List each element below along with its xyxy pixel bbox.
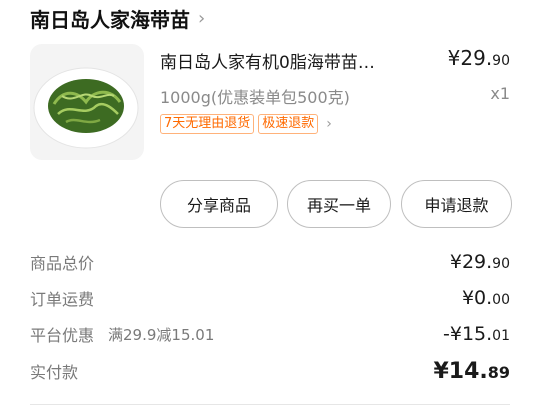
discount-row[interactable]: 平台优惠 满29.9减15.01 -¥15.01 xyxy=(30,321,510,347)
product-spec: 1000g(优惠装单包500克) xyxy=(160,88,350,107)
product-price: ¥29.90 xyxy=(447,46,510,70)
discount-label: 平台优惠 xyxy=(30,326,95,345)
return-policy-tag[interactable]: 7天无理由退货 xyxy=(160,114,255,134)
discount-note: 满29.9减15.01 xyxy=(108,325,215,344)
total-price-row: 商品总价 ¥29.90 xyxy=(30,249,510,275)
store-name[interactable]: 南日岛人家海带苗 xyxy=(30,4,190,33)
fast-refund-tag[interactable]: 极速退款 xyxy=(258,114,319,134)
request-refund-button[interactable]: 申请退款 xyxy=(401,180,512,228)
shipping-label: 订单运费 xyxy=(30,290,95,309)
service-tags[interactable]: 7天无理由退货 极速退款 › xyxy=(160,114,332,134)
product-thumbnail[interactable] xyxy=(30,44,144,160)
seaweed-dish-photo xyxy=(33,67,139,149)
paid-row: 实付款 ¥14.89 xyxy=(30,358,510,384)
discount-value: -¥15.01 xyxy=(443,323,510,345)
buy-again-button[interactable]: 再买一单 xyxy=(287,180,391,228)
paid-value: ¥14.89 xyxy=(433,358,510,384)
shipping-row: 订单运费 ¥0.00 xyxy=(30,285,510,311)
store-header[interactable]: 南日岛人家海带苗 › xyxy=(30,4,205,32)
divider xyxy=(30,404,510,405)
chevron-right-icon[interactable]: › xyxy=(198,8,205,29)
share-product-button[interactable]: 分享商品 xyxy=(160,180,278,228)
product-title[interactable]: 南日岛人家有机0脂海带苗… xyxy=(160,48,430,73)
total-price-label: 商品总价 xyxy=(30,254,95,273)
total-price-value: ¥29.90 xyxy=(449,251,510,273)
product-quantity: x1 xyxy=(490,84,510,103)
paid-label: 实付款 xyxy=(30,363,79,382)
shipping-value: ¥0.00 xyxy=(461,287,510,309)
chevron-right-icon[interactable]: › xyxy=(326,116,332,132)
